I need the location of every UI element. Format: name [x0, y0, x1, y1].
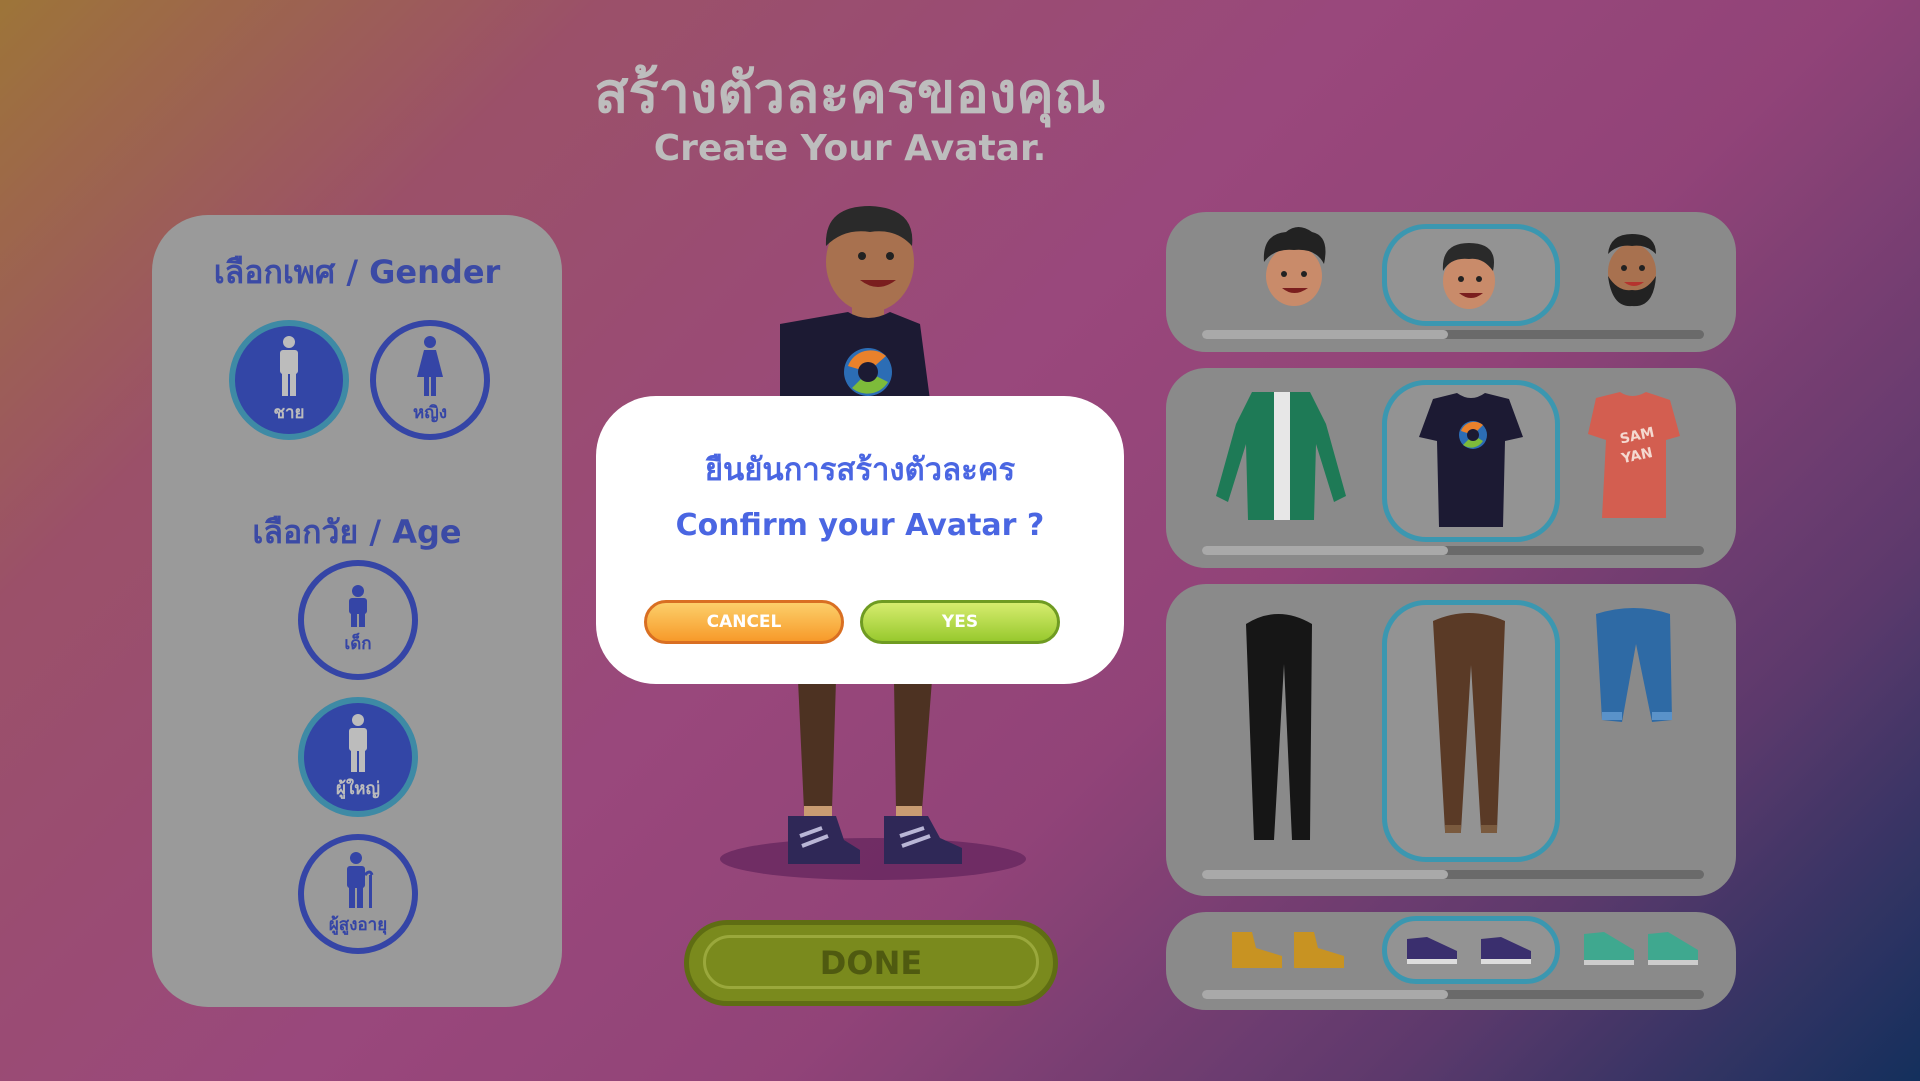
age-elderly-label: ผู้สูงอายุ [328, 914, 388, 935]
head-scrollbar-thumb[interactable] [1202, 330, 1448, 339]
top-scrollbar[interactable] [1202, 546, 1704, 555]
done-button-label: DONE [819, 944, 923, 982]
female-icon [417, 335, 443, 396]
gender-age-panel: เลือกเพศ / Gender ชาย หญิง เลือกวัย / Ag… [152, 215, 562, 1007]
adult-icon [349, 713, 367, 772]
gender-male-label: ชาย [273, 402, 305, 423]
age-option-adult[interactable]: ผู้ใหญ่ [298, 697, 418, 817]
head-option-bearded[interactable] [1566, 218, 1706, 318]
male-icon [280, 335, 298, 396]
cancel-button[interactable]: CANCEL [644, 600, 844, 644]
bottom-scrollbar-thumb[interactable] [1202, 870, 1448, 879]
age-child-label: เด็ก [344, 633, 372, 654]
dialog-title-english: Confirm your Avatar ? [675, 508, 1045, 543]
yellow-boots-icon [1232, 932, 1344, 968]
child-icon [349, 584, 367, 627]
brown-pants-icon [1433, 613, 1505, 833]
bottom-option-brown-pants[interactable] [1382, 600, 1560, 862]
navy-tshirt-icon [1419, 393, 1523, 527]
yes-button[interactable]: YES [860, 600, 1060, 644]
page-title-thai: สร้างตัวละครของคุณ [594, 61, 1106, 126]
page-title-english: Create Your Avatar. [653, 128, 1047, 169]
confirm-avatar-dialog: ยืนยันการสร้างตัวละคร Confirm your Avata… [596, 396, 1124, 684]
head-option-short-hair[interactable] [1382, 224, 1560, 326]
top-scrollbar-thumb[interactable] [1202, 546, 1448, 555]
age-option-child[interactable]: เด็ก [298, 560, 418, 680]
shoes-option-yellow[interactable] [1220, 922, 1360, 978]
gender-option-female[interactable]: หญิง [370, 320, 490, 440]
black-pants-icon [1246, 614, 1312, 840]
done-button[interactable]: DONE [684, 920, 1058, 1006]
top-option-green-jacket[interactable] [1206, 384, 1356, 524]
shoes-option-teal[interactable] [1576, 922, 1716, 978]
age-label: เลือกวัย / Age [252, 513, 462, 551]
top-option-navy-tshirt[interactable] [1382, 380, 1560, 542]
curly-hair-head-icon [1263, 227, 1326, 306]
blue-shorts-icon [1596, 608, 1672, 722]
gender-option-male[interactable]: ชาย [229, 320, 349, 440]
bearded-head-icon [1608, 234, 1656, 307]
gender-label: เลือกเพศ / Gender [213, 253, 501, 291]
shoes-option-purple[interactable] [1382, 916, 1560, 984]
bottom-scrollbar[interactable] [1202, 870, 1704, 879]
top-option-red-tshirt[interactable]: SAM YAN [1566, 384, 1706, 524]
green-jacket-icon [1216, 392, 1346, 520]
shoes-scrollbar[interactable] [1202, 990, 1704, 999]
head-selector-panel [1166, 212, 1736, 352]
head-scrollbar[interactable] [1202, 330, 1704, 339]
purple-sneakers-icon [1407, 937, 1531, 964]
red-tshirt-icon: SAM YAN [1588, 392, 1680, 518]
bottom-selector-panel [1166, 584, 1736, 896]
bottom-option-black-pants[interactable] [1226, 604, 1346, 844]
bottom-option-blue-shorts[interactable] [1566, 604, 1706, 744]
head-option-curly[interactable] [1226, 218, 1366, 318]
top-selector-panel: SAM YAN [1166, 368, 1736, 568]
elderly-icon [347, 851, 374, 908]
dialog-title-thai: ยืนยันการสร้างตัวละคร [704, 452, 1016, 488]
gender-female-label: หญิง [413, 402, 447, 423]
short-hair-head-icon [1442, 243, 1495, 309]
age-option-elderly[interactable]: ผู้สูงอายุ [298, 834, 418, 954]
shoes-selector-panel [1166, 912, 1736, 1010]
shoes-scrollbar-thumb[interactable] [1202, 990, 1448, 999]
teal-sneakers-icon [1584, 932, 1698, 965]
age-adult-label: ผู้ใหญ่ [336, 778, 380, 799]
